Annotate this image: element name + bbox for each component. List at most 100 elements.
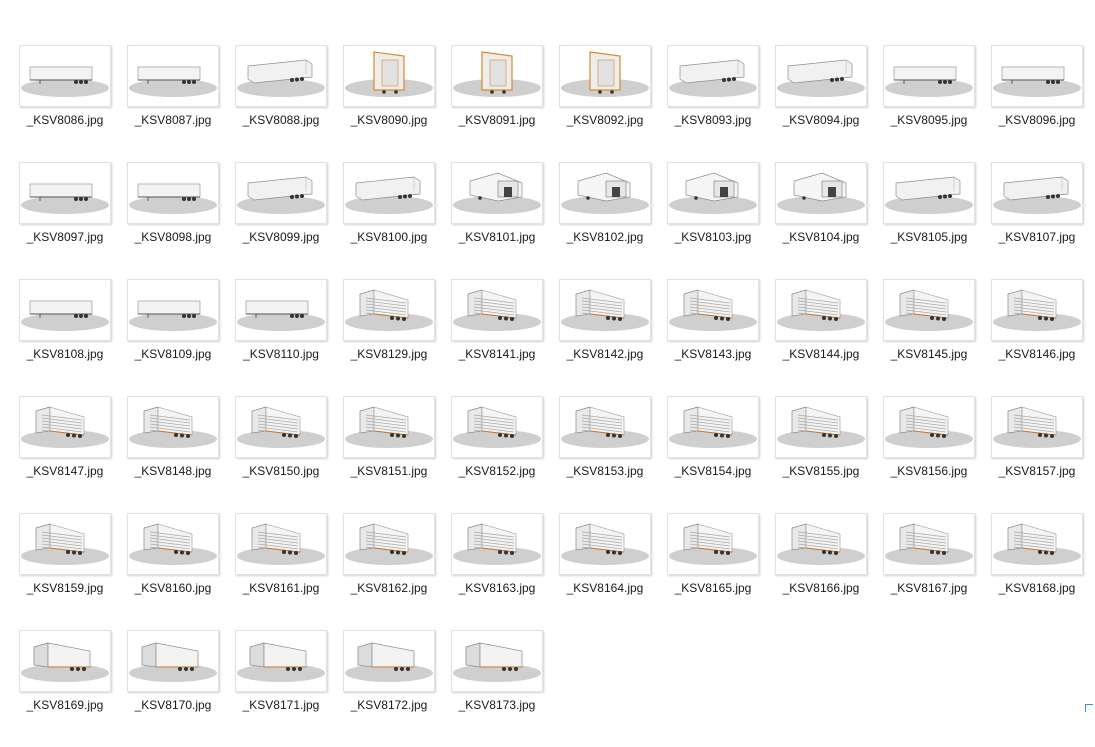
file-name-label: _KSV8156.jpg [891, 464, 968, 478]
file-name-label: _KSV8091.jpg [459, 113, 536, 127]
file-thumbnail-image [343, 45, 435, 107]
file-item[interactable]: _KSV8162.jpg [343, 513, 435, 630]
file-name-label: _KSV8153.jpg [567, 464, 644, 478]
file-name-label: _KSV8165.jpg [675, 581, 752, 595]
file-item[interactable]: _KSV8171.jpg [235, 630, 327, 747]
file-name-label: _KSV8147.jpg [27, 464, 104, 478]
file-item[interactable]: _KSV8091.jpg [451, 45, 543, 162]
file-item[interactable]: _KSV8109.jpg [127, 279, 219, 396]
file-item[interactable]: _KSV8105.jpg [883, 162, 975, 279]
resize-corner-icon [1085, 704, 1093, 712]
file-item[interactable]: _KSV8098.jpg [127, 162, 219, 279]
file-item[interactable]: _KSV8097.jpg [19, 162, 111, 279]
file-name-label: _KSV8103.jpg [675, 230, 752, 244]
file-thumbnail-image [127, 513, 219, 575]
file-thumbnail-image [991, 45, 1083, 107]
file-item[interactable]: _KSV8159.jpg [19, 513, 111, 630]
file-item[interactable]: _KSV8108.jpg [19, 279, 111, 396]
file-thumbnail-image [127, 162, 219, 224]
file-name-label: _KSV8086.jpg [27, 113, 104, 127]
file-item[interactable]: _KSV8092.jpg [559, 45, 651, 162]
file-item[interactable]: _KSV8107.jpg [991, 162, 1083, 279]
file-item[interactable]: _KSV8163.jpg [451, 513, 543, 630]
file-item[interactable]: _KSV8144.jpg [775, 279, 867, 396]
file-item[interactable]: _KSV8173.jpg [451, 630, 543, 747]
file-name-label: _KSV8151.jpg [351, 464, 428, 478]
file-item[interactable]: _KSV8168.jpg [991, 513, 1083, 630]
file-item[interactable]: _KSV8143.jpg [667, 279, 759, 396]
file-name-label: _KSV8157.jpg [999, 464, 1076, 478]
file-thumbnail-image [19, 396, 111, 458]
file-item[interactable]: _KSV8090.jpg [343, 45, 435, 162]
file-name-label: _KSV8129.jpg [351, 347, 428, 361]
file-item[interactable]: _KSV8103.jpg [667, 162, 759, 279]
file-item[interactable]: _KSV8101.jpg [451, 162, 543, 279]
file-item[interactable]: _KSV8093.jpg [667, 45, 759, 162]
file-item[interactable]: _KSV8100.jpg [343, 162, 435, 279]
file-thumbnail-image [451, 396, 543, 458]
file-thumbnail-image [19, 45, 111, 107]
file-item[interactable]: _KSV8096.jpg [991, 45, 1083, 162]
file-item[interactable]: _KSV8172.jpg [343, 630, 435, 747]
file-thumbnail-image [235, 45, 327, 107]
file-item[interactable]: _KSV8129.jpg [343, 279, 435, 396]
file-thumbnail-image [667, 279, 759, 341]
file-item[interactable]: _KSV8088.jpg [235, 45, 327, 162]
file-thumbnail-image [19, 279, 111, 341]
file-item[interactable]: _KSV8151.jpg [343, 396, 435, 513]
file-name-label: _KSV8105.jpg [891, 230, 968, 244]
file-thumbnail-image [559, 45, 651, 107]
file-name-label: _KSV8094.jpg [783, 113, 860, 127]
file-item[interactable]: _KSV8141.jpg [451, 279, 543, 396]
file-name-label: _KSV8109.jpg [135, 347, 212, 361]
file-item[interactable]: _KSV8167.jpg [883, 513, 975, 630]
file-name-label: _KSV8099.jpg [243, 230, 320, 244]
file-name-label: _KSV8102.jpg [567, 230, 644, 244]
file-item[interactable]: _KSV8095.jpg [883, 45, 975, 162]
file-item[interactable]: _KSV8147.jpg [19, 396, 111, 513]
file-thumbnail-image [451, 279, 543, 341]
file-thumbnail-image [343, 630, 435, 692]
file-thumbnail-image [127, 45, 219, 107]
file-thumbnail-image [451, 162, 543, 224]
file-item[interactable]: _KSV8146.jpg [991, 279, 1083, 396]
file-name-label: _KSV8168.jpg [999, 581, 1076, 595]
file-item[interactable]: _KSV8099.jpg [235, 162, 327, 279]
file-item[interactable]: _KSV8165.jpg [667, 513, 759, 630]
file-item[interactable]: _KSV8110.jpg [235, 279, 327, 396]
file-name-label: _KSV8090.jpg [351, 113, 428, 127]
file-item[interactable]: _KSV8148.jpg [127, 396, 219, 513]
file-item[interactable]: _KSV8155.jpg [775, 396, 867, 513]
file-item[interactable]: _KSV8170.jpg [127, 630, 219, 747]
file-thumbnail-image [775, 396, 867, 458]
file-item[interactable]: _KSV8152.jpg [451, 396, 543, 513]
file-thumbnail-image [775, 45, 867, 107]
file-thumbnail-image [127, 279, 219, 341]
file-item[interactable]: _KSV8104.jpg [775, 162, 867, 279]
file-item[interactable]: _KSV8145.jpg [883, 279, 975, 396]
file-name-label: _KSV8148.jpg [135, 464, 212, 478]
file-thumbnail-image [667, 45, 759, 107]
file-thumbnail-image [559, 162, 651, 224]
file-item[interactable]: _KSV8166.jpg [775, 513, 867, 630]
file-item[interactable]: _KSV8160.jpg [127, 513, 219, 630]
file-item[interactable]: _KSV8157.jpg [991, 396, 1083, 513]
file-thumbnail-image [235, 630, 327, 692]
file-item[interactable]: _KSV8164.jpg [559, 513, 651, 630]
file-item[interactable]: _KSV8156.jpg [883, 396, 975, 513]
file-item[interactable]: _KSV8142.jpg [559, 279, 651, 396]
file-item[interactable]: _KSV8169.jpg [19, 630, 111, 747]
file-thumbnail-image [127, 630, 219, 692]
file-thumbnail-image [343, 279, 435, 341]
file-item[interactable]: _KSV8154.jpg [667, 396, 759, 513]
file-item[interactable]: _KSV8086.jpg [19, 45, 111, 162]
file-item[interactable]: _KSV8094.jpg [775, 45, 867, 162]
file-item[interactable]: _KSV8150.jpg [235, 396, 327, 513]
file-item[interactable]: _KSV8087.jpg [127, 45, 219, 162]
file-item[interactable]: _KSV8153.jpg [559, 396, 651, 513]
file-item[interactable]: _KSV8161.jpg [235, 513, 327, 630]
file-name-label: _KSV8093.jpg [675, 113, 752, 127]
file-thumbnail-image [775, 279, 867, 341]
file-name-label: _KSV8173.jpg [459, 698, 536, 712]
file-item[interactable]: _KSV8102.jpg [559, 162, 651, 279]
